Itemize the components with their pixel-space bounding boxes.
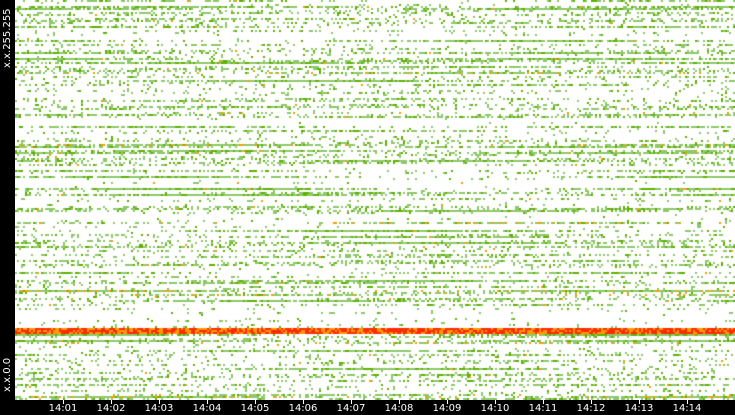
- y-label-top: x.x.255.255: [0, 0, 15, 70]
- x-tick-label: 14:06: [288, 403, 318, 414]
- x-tick-label: 14:13: [624, 403, 654, 414]
- y-axis: x.x.255.255 x.x.0.0: [0, 0, 15, 400]
- x-tick-label: 14:09: [432, 403, 462, 414]
- x-tick-label: 14:10: [480, 403, 510, 414]
- x-tick-label: 14:08: [384, 403, 414, 414]
- x-tick-label: 14:01: [48, 403, 78, 414]
- heatmap-plot: [15, 0, 735, 400]
- y-label-bottom-text: x.x.0.0: [2, 357, 13, 392]
- x-tick-label: 14:12: [576, 403, 606, 414]
- y-label-bottom: x.x.0.0: [0, 330, 15, 400]
- x-tick-label: 14:05: [240, 403, 270, 414]
- x-tick-label: 14:03: [144, 403, 174, 414]
- x-tick-label: 14:02: [96, 403, 126, 414]
- y-label-top-text: x.x.255.255: [2, 8, 13, 68]
- x-tick-label: 14:11: [528, 403, 558, 414]
- x-tick-label: 14:14: [672, 403, 702, 414]
- x-tick-label: 14:04: [192, 403, 222, 414]
- x-tick-label: 14:07: [336, 403, 366, 414]
